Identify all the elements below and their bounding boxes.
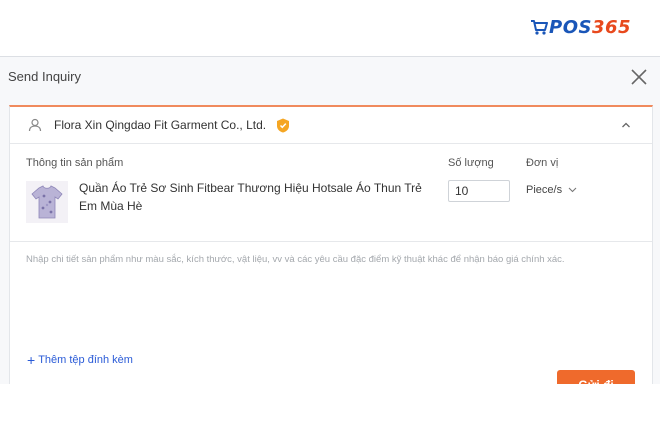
product-name[interactable]: Quần Áo Trẻ Sơ Sinh Fitbear Thương Hiệu … <box>79 179 434 215</box>
user-icon <box>28 118 42 132</box>
quantity-input[interactable] <box>448 180 510 202</box>
unit-dropdown[interactable]: Piece/s <box>526 184 577 196</box>
page-background <box>0 384 660 440</box>
product-info-header: Thông tin sản phẩm <box>26 157 124 169</box>
quantity-header: Số lượng <box>448 157 494 169</box>
logo-text-365: 365 <box>591 16 632 38</box>
send-inquiry-dialog: Send Inquiry Flora Xin Qingdao Fit Garme… <box>0 56 660 385</box>
chevron-down-icon <box>568 187 577 193</box>
supplier-name: Flora Xin Qingdao Fit Garment Co., Ltd. <box>54 118 267 132</box>
dialog-title: Send Inquiry <box>8 69 81 84</box>
tshirt-thumbnail <box>26 181 68 223</box>
add-attachment-link[interactable]: + Thêm tệp đính kèm <box>27 351 133 368</box>
shopping-cart-icon <box>531 20 548 35</box>
plus-icon: + <box>27 351 36 368</box>
add-attachment-label: Thêm tệp đính kèm <box>38 354 133 366</box>
logo-text-pos: POS <box>549 16 592 38</box>
supplier-bar: Flora Xin Qingdao Fit Garment Co., Ltd. <box>10 107 652 144</box>
pos365-logo: POS 365 <box>530 14 631 40</box>
close-icon[interactable] <box>629 67 649 87</box>
inquiry-panel: Flora Xin Qingdao Fit Garment Co., Ltd. … <box>9 105 653 385</box>
chevron-up-icon[interactable] <box>621 120 631 130</box>
product-details-textarea[interactable] <box>10 242 652 344</box>
unit-header: Đơn vị <box>526 157 559 169</box>
gold-supplier-badge-icon <box>277 118 290 132</box>
unit-selected-value: Piece/s <box>526 184 563 196</box>
